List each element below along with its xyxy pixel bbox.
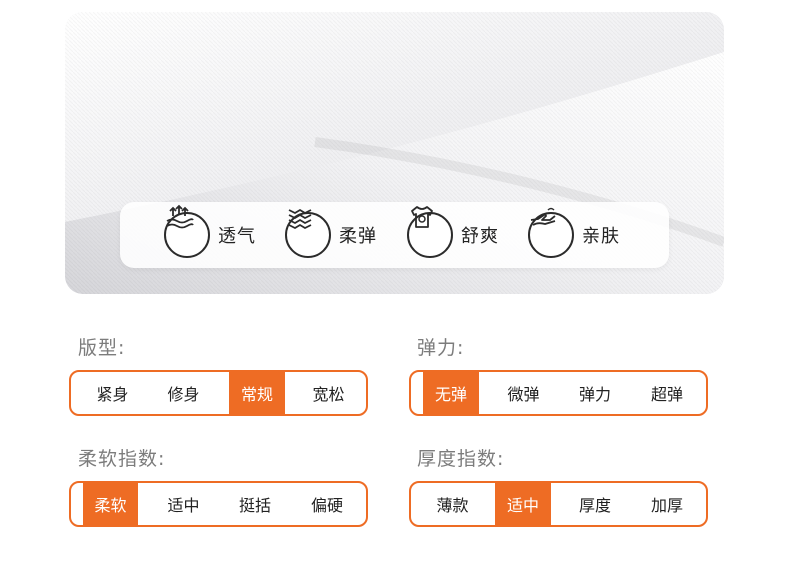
- softness-option[interactable]: 适中: [146, 483, 221, 525]
- thickness-option[interactable]: 加厚: [631, 483, 703, 525]
- feature-label: 亲肤: [582, 226, 620, 247]
- elasticity-selector: 无弹 微弹 弹力 超弹: [409, 370, 708, 416]
- softness-option[interactable]: 柔软: [83, 483, 138, 525]
- fit-selector: 紧身 修身 常规 宽松: [69, 370, 368, 416]
- softness-selector: 柔软 适中 挺括 偏硬: [69, 481, 368, 527]
- fit-option[interactable]: 宽松: [293, 372, 364, 414]
- softness-option[interactable]: 偏硬: [291, 483, 363, 525]
- elasticity-option[interactable]: 超弹: [631, 372, 703, 414]
- fit-title: 版型:: [78, 337, 126, 359]
- thickness-selector: 薄款 适中 厚度 加厚: [409, 481, 708, 527]
- elasticity-option[interactable]: 微弹: [486, 372, 561, 414]
- feature-skin: 亲肤: [528, 202, 620, 268]
- elasticity-title: 弹力:: [417, 337, 465, 359]
- feature-stretch: 柔弹: [285, 202, 377, 268]
- shirt-icon: [407, 206, 453, 258]
- feature-label: 柔弹: [339, 226, 377, 247]
- wave-stretch-icon: [285, 208, 331, 258]
- feature-bar: 透气 柔弹 舒爽 亲肤: [120, 202, 669, 268]
- feature-breathable: 透气: [164, 202, 256, 268]
- thickness-option[interactable]: 厚度: [559, 483, 631, 525]
- softness-title: 柔软指数:: [78, 448, 166, 470]
- thickness-option[interactable]: 薄款: [417, 483, 488, 525]
- feature-cool: 舒爽: [407, 202, 499, 268]
- thickness-option[interactable]: 适中: [495, 483, 551, 525]
- fabric-image: 透气 柔弹 舒爽 亲肤: [65, 12, 724, 294]
- fit-option[interactable]: 修身: [148, 372, 219, 414]
- feature-label: 透气: [218, 226, 256, 247]
- feature-label: 舒爽: [461, 226, 499, 247]
- elasticity-option[interactable]: 无弹: [423, 372, 479, 414]
- elasticity-option[interactable]: 弹力: [559, 372, 631, 414]
- breathable-icon: [164, 204, 210, 258]
- thickness-title: 厚度指数:: [417, 448, 505, 470]
- hand-icon: [528, 207, 574, 258]
- fit-option[interactable]: 常规: [229, 372, 285, 414]
- softness-option[interactable]: 挺括: [219, 483, 291, 525]
- fit-option[interactable]: 紧身: [77, 372, 148, 414]
